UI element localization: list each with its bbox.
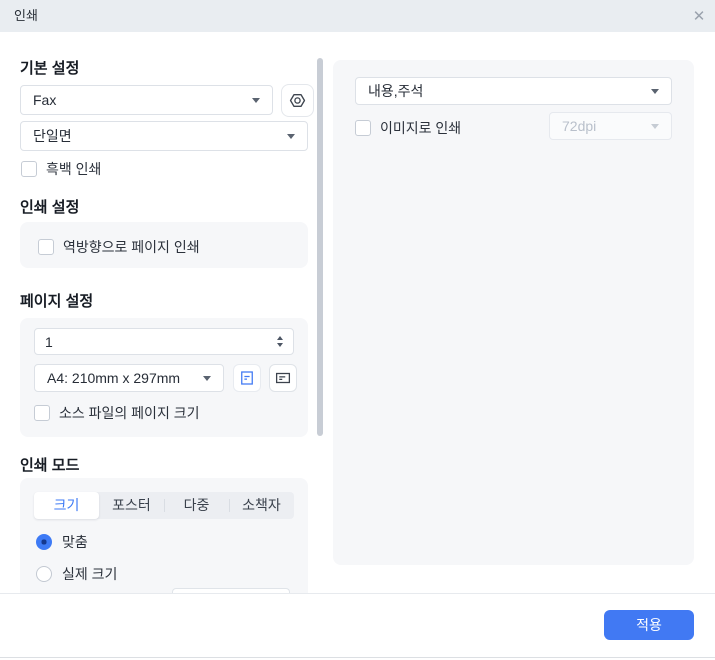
actual-size-radio[interactable] bbox=[36, 566, 52, 582]
dpi-select-value: 72dpi bbox=[562, 118, 597, 134]
fit-radio[interactable] bbox=[36, 534, 52, 550]
grayscale-checkbox[interactable] bbox=[21, 161, 37, 177]
apply-button[interactable]: 적용 bbox=[604, 610, 694, 640]
printer-select-value: Fax bbox=[33, 92, 57, 108]
page-range-value: 1 bbox=[45, 333, 53, 350]
chevron-down-icon bbox=[651, 88, 659, 94]
basic-settings-heading: 기본 설정 bbox=[20, 60, 80, 77]
print-settings-heading: 인쇄 설정 bbox=[20, 199, 80, 216]
tab-multiple[interactable]: 다중 bbox=[164, 492, 229, 519]
close-icon[interactable]: ✕ bbox=[689, 7, 709, 27]
spinner-down-icon[interactable] bbox=[277, 343, 283, 347]
source-size-checkbox-row[interactable]: 소스 파일의 페이지 크기 bbox=[34, 403, 199, 423]
print-as-image-checkbox[interactable] bbox=[355, 120, 371, 136]
source-size-checkbox[interactable] bbox=[34, 405, 50, 421]
dpi-select: 72dpi bbox=[549, 112, 672, 140]
print-mode-box: 크기 포스터 다중 소책자 맞춤 실제 크기 bbox=[20, 478, 308, 593]
tab-poster[interactable]: 포스터 bbox=[99, 492, 164, 519]
window-title: 인쇄 bbox=[14, 8, 38, 23]
printer-properties-button[interactable] bbox=[281, 84, 314, 117]
printer-select[interactable]: Fax bbox=[20, 85, 273, 115]
grayscale-checkbox-row[interactable]: 흑백 인쇄 bbox=[21, 159, 101, 179]
reverse-checkbox-row[interactable]: 역방향으로 페이지 인쇄 bbox=[38, 237, 200, 257]
reverse-label: 역방향으로 페이지 인쇄 bbox=[63, 239, 200, 255]
portrait-page-icon bbox=[241, 371, 253, 385]
actual-size-radio-row[interactable]: 실제 크기 bbox=[36, 564, 117, 584]
window-bottom-edge bbox=[0, 657, 715, 658]
chevron-down-icon bbox=[287, 133, 295, 139]
print-as-image-row[interactable]: 이미지로 인쇄 bbox=[355, 118, 461, 138]
right-panel: 내용,주석 이미지로 인쇄 72dpi bbox=[333, 60, 694, 565]
chevron-down-icon bbox=[203, 375, 211, 381]
spinner-up-icon[interactable] bbox=[277, 336, 283, 340]
gear-icon bbox=[289, 93, 306, 108]
landscape-page-icon bbox=[275, 372, 291, 384]
spinner-stepper[interactable] bbox=[277, 336, 283, 347]
reverse-checkbox[interactable] bbox=[38, 239, 54, 255]
tab-size[interactable]: 크기 bbox=[34, 492, 99, 519]
tab-booklet[interactable]: 소책자 bbox=[229, 492, 294, 519]
content-select[interactable]: 내용,주석 bbox=[355, 77, 672, 105]
portrait-orientation-button[interactable] bbox=[233, 364, 261, 392]
source-size-label: 소스 파일의 페이지 크기 bbox=[59, 405, 200, 421]
chevron-down-icon bbox=[252, 97, 260, 103]
print-mode-heading: 인쇄 모드 bbox=[20, 457, 80, 474]
grayscale-label: 흑백 인쇄 bbox=[46, 161, 102, 177]
page-settings-box: 1 A4: 210mm x 297mm 소스 파일의 페이지 크기 bbox=[20, 318, 308, 437]
content-select-value: 내용,주석 bbox=[368, 83, 424, 99]
chevron-down-icon bbox=[651, 123, 659, 129]
print-as-image-label: 이미지로 인쇄 bbox=[380, 120, 462, 136]
sides-select[interactable]: 단일면 bbox=[20, 121, 308, 151]
print-mode-tabs: 크기 포스터 다중 소책자 bbox=[34, 492, 294, 519]
titlebar: 인쇄 ✕ bbox=[0, 0, 715, 32]
fit-radio-label: 맞춤 bbox=[62, 534, 88, 550]
paper-size-value: A4: 210mm x 297mm bbox=[47, 370, 181, 386]
footer-divider bbox=[0, 593, 715, 594]
sides-select-value: 단일면 bbox=[33, 128, 72, 144]
left-panel-scrollbar[interactable] bbox=[317, 58, 323, 436]
paper-size-select[interactable]: A4: 210mm x 297mm bbox=[34, 364, 224, 392]
page-range-input[interactable]: 1 bbox=[34, 328, 294, 355]
landscape-orientation-button[interactable] bbox=[269, 364, 297, 392]
fit-radio-row[interactable]: 맞춤 bbox=[36, 532, 88, 552]
print-settings-box: 역방향으로 페이지 인쇄 bbox=[20, 222, 308, 268]
page-settings-heading: 페이지 설정 bbox=[20, 293, 94, 310]
actual-size-radio-label: 실제 크기 bbox=[62, 566, 118, 582]
